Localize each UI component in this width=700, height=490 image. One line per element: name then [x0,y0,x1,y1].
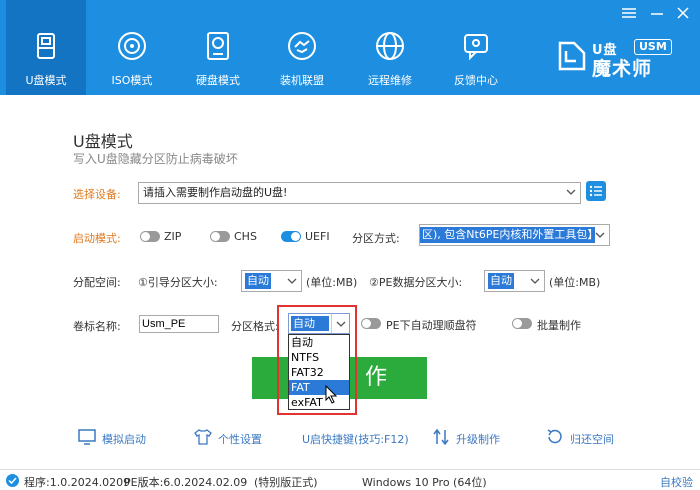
globe-icon [376,32,404,60]
check-icon [6,474,19,487]
chevron-down-icon [595,232,605,238]
status-bar: 程序:1.0.2024.0209 PE版本:6.0.2024.02.09 (特别… [0,469,700,490]
restore-icon [547,429,562,444]
os-info: Windows 10 Pro (64位) [362,476,487,489]
device-select[interactable]: 请插入需要制作启动盘的U盘! [138,182,581,204]
volume-name-input[interactable] [139,315,219,333]
nav-remote-repair[interactable]: 远程维修 [350,0,430,95]
logo-text-bottom: 魔术师 [592,58,653,80]
nav-feedback[interactable]: 反馈中心 [436,0,516,95]
pe-version: PE版本:6.0.2024.02.09 [124,476,248,489]
close-icon[interactable] [674,6,692,20]
auto-sort-toggle[interactable] [361,318,381,329]
minimize-icon[interactable] [648,6,666,20]
partition-mode-select[interactable]: 区), 包含Nt6PE内核和外置工具包】 [419,224,610,246]
list-icon [589,185,602,197]
nav-iso-mode[interactable]: ISO模式 [92,0,172,95]
chs-toggle[interactable] [210,231,230,242]
boot-mode-label: 启动模式: [73,232,121,245]
menu-icon[interactable] [620,6,638,20]
zip-toggle[interactable] [140,231,160,242]
monitor-icon [78,429,96,445]
tool-label: 归还空间 [570,433,614,446]
pe-size-select[interactable]: 自动 [484,270,545,292]
format-label: 分区格式: [231,320,279,333]
nav-usb-mode[interactable]: U盘模式 [6,0,86,95]
nav-label: 装机联盟 [280,74,324,87]
tool-label: 个性设置 [218,433,262,446]
boot-size-unit: (单位:MB) [306,276,358,289]
batch-label: 批量制作 [537,319,581,332]
page-title: U盘模式 [73,132,133,151]
checkmark-icon [8,477,17,485]
disc-icon [118,32,146,60]
boot-size-label: ①引导分区大小: [138,276,218,289]
tool-label: U启快捷键(技巧:F12) [302,433,409,446]
auto-sort-label: PE下自动理顺盘符 [386,319,477,332]
tool-label: 模拟启动 [102,433,146,446]
device-select-value: 请插入需要制作启动盘的U盘! [143,186,288,199]
nav-label: 远程维修 [368,74,412,87]
nav-hdd-mode[interactable]: 硬盘模式 [178,0,258,95]
highlight-box [277,305,357,415]
page-subtitle: 写入U盘隐藏分区防止病毒破坏 [73,152,238,166]
batch-toggle[interactable] [512,318,532,329]
nav-install-alliance[interactable]: 装机联盟 [262,0,342,95]
app-logo: U盘 USM 魔术师 [556,33,696,80]
partition-mode-value: 区), 包含Nt6PE内核和外置工具包】 [420,227,595,243]
feedback-icon [464,34,488,61]
program-version: 程序:1.0.2024.0209 [24,476,131,489]
boot-size-value: 自动 [245,273,271,289]
chevron-down-icon [566,189,576,195]
nav-label: 反馈中心 [454,74,498,87]
chevron-down-icon [530,278,540,284]
tool-label: 升级制作 [456,433,500,446]
uefi-toggle[interactable] [281,231,301,242]
nav-label: ISO模式 [111,74,153,87]
self-check-link[interactable]: 自校验 [660,474,693,490]
chs-label: CHS [234,230,257,243]
toggle-knob [362,319,371,328]
handshake-icon [288,32,316,60]
partition-mode-label: 分区方式: [352,232,400,245]
pe-size-value: 自动 [488,273,514,289]
logo-mark-icon [558,41,586,71]
toggle-knob [141,232,150,241]
volume-label: 卷标名称: [73,320,121,333]
header-bar: U盘模式 ISO模式 硬盘模式 装机联盟 远程维修 反馈中心 U盘 USM 魔术… [0,0,700,95]
edition-label: (特别版正式) [254,476,318,489]
nav-label: 硬盘模式 [196,74,240,87]
hard-disk-icon [207,32,229,60]
mouse-cursor-icon [325,385,338,404]
boot-size-select[interactable]: 自动 [241,270,302,292]
shirt-icon [194,429,212,445]
chevron-down-icon [287,278,297,284]
pe-size-unit: (单位:MB) [549,276,601,289]
toggle-knob [211,232,220,241]
toggle-knob [513,319,522,328]
alloc-label: 分配空间: [73,276,121,289]
logo-badge: USM [634,39,672,55]
pe-size-label: ②PE数据分区大小: [369,276,463,289]
device-label: 选择设备: [73,188,121,201]
toggle-knob [291,232,300,241]
uefi-label: UEFI [305,230,330,243]
device-list-button[interactable] [586,181,606,201]
usb-drive-icon [37,33,55,59]
nav-label: U盘模式 [25,74,67,87]
zip-label: ZIP [164,230,182,243]
upgrade-icon [433,428,449,446]
